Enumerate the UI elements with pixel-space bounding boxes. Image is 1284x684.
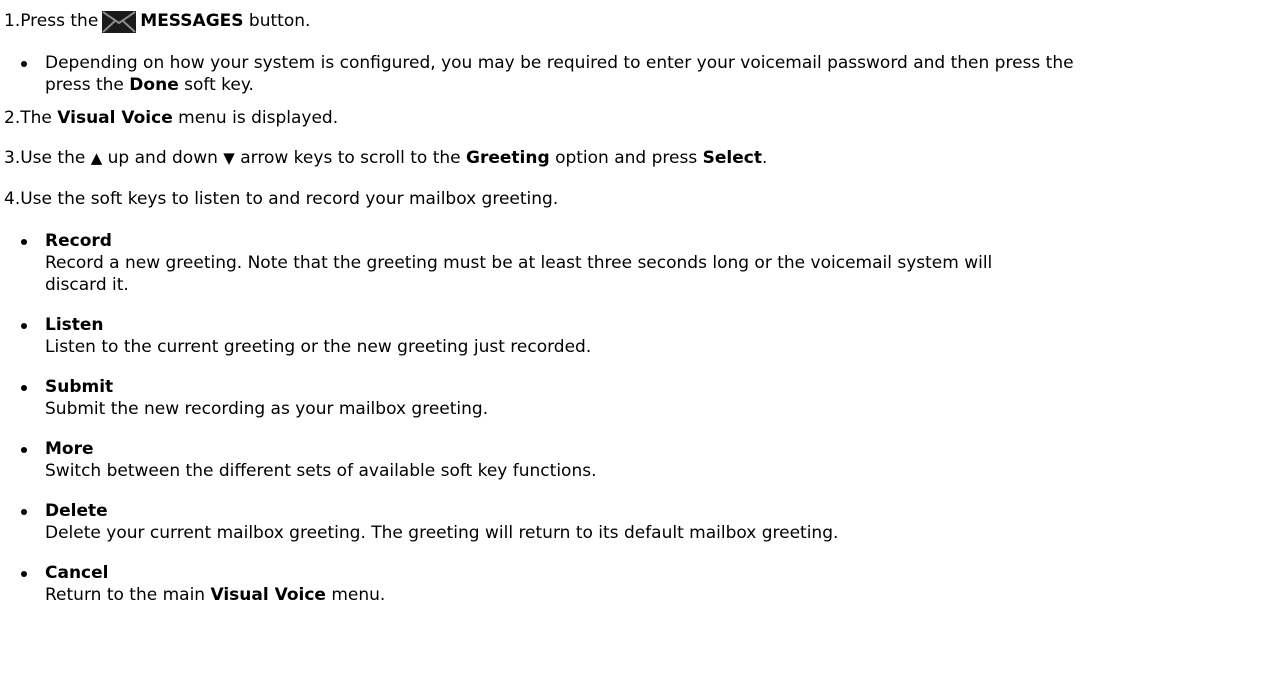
step-text: Press the (20, 11, 99, 31)
list-item: Cancel Return to the main Visual Voice m… (21, 562, 1274, 606)
softkey-desc: menu. (331, 585, 386, 605)
bullet (21, 385, 27, 391)
softkey-desc: Delete your current mailbox greeting. Th… (45, 523, 839, 543)
step-2: 2.The Visual Voice menu is displayed. (4, 107, 1274, 129)
step-text: up and down (107, 148, 218, 168)
softkey-desc: Submit the new recording as your mailbox… (45, 399, 489, 419)
done-key: Done (129, 75, 179, 95)
softkey-cancel: Cancel (45, 563, 109, 583)
step-4: 4.Use the soft keys to listen to and rec… (4, 188, 1274, 210)
list-item: Submit Submit the new recording as your … (21, 376, 1274, 420)
bullet (21, 509, 27, 515)
softkey-desc: Return to the main (45, 585, 206, 605)
softkey-desc: Switch between the different sets of ava… (45, 461, 597, 481)
list-item: Listen Listen to the current greeting or… (21, 314, 1274, 358)
up-arrow-icon: ▲ (90, 149, 103, 167)
bullet (21, 239, 27, 245)
bullet (21, 61, 27, 67)
list-item: Record Record a new greeting. Note that … (21, 230, 1274, 296)
greeting-option: Greeting (466, 148, 550, 168)
step-text: . (761, 148, 768, 168)
step-number: 1. (4, 11, 21, 31)
list-item: Depending on how your system is configur… (21, 52, 1274, 96)
bullet (21, 571, 27, 577)
step-text: menu is displayed. (178, 108, 339, 128)
down-arrow-icon: ▼ (223, 149, 235, 167)
step-text: Use the soft keys to listen to and recor… (20, 189, 559, 209)
softkey-submit: Submit (45, 377, 114, 397)
step-number: 2. (4, 108, 21, 128)
step-text: option and press (555, 148, 698, 168)
note-text: Depending on how your system is configur… (45, 53, 1074, 73)
note-text-cont: press the (45, 75, 130, 95)
envelope-icon (102, 11, 137, 39)
step-number: 3. (4, 148, 21, 168)
select-key: Select (702, 148, 762, 168)
softkey-delete: Delete (45, 501, 108, 521)
softkey-desc: Listen to the current greeting or the ne… (45, 337, 592, 357)
softkey-desc: discard it. (45, 275, 129, 295)
softkey-listen: Listen (45, 315, 104, 335)
softkey-desc: Record a new greeting. Note that the gre… (45, 253, 993, 273)
step-text: arrow keys to scroll to the (240, 148, 461, 168)
bullet (21, 447, 27, 453)
step-number: 4. (4, 189, 21, 209)
bullet (21, 323, 27, 329)
list-item: More Switch between the different sets o… (21, 438, 1274, 482)
menu-name: Visual Voice (210, 585, 326, 605)
step-text: button. (248, 11, 311, 31)
note-text: soft key. (184, 75, 254, 95)
messages-button-label: MESSAGES (140, 11, 244, 31)
step-1: 1.Press the MESSAGES button. (4, 10, 1274, 39)
step-3: 3.Use the ▲ up and down ▼ arrow keys to … (4, 147, 1274, 169)
softkey-more: More (45, 439, 94, 459)
step-text: Use the (20, 148, 86, 168)
step-text: The (20, 108, 52, 128)
list-item: Delete Delete your current mailbox greet… (21, 500, 1274, 544)
menu-name: Visual Voice (57, 108, 173, 128)
softkey-record: Record (45, 231, 112, 251)
